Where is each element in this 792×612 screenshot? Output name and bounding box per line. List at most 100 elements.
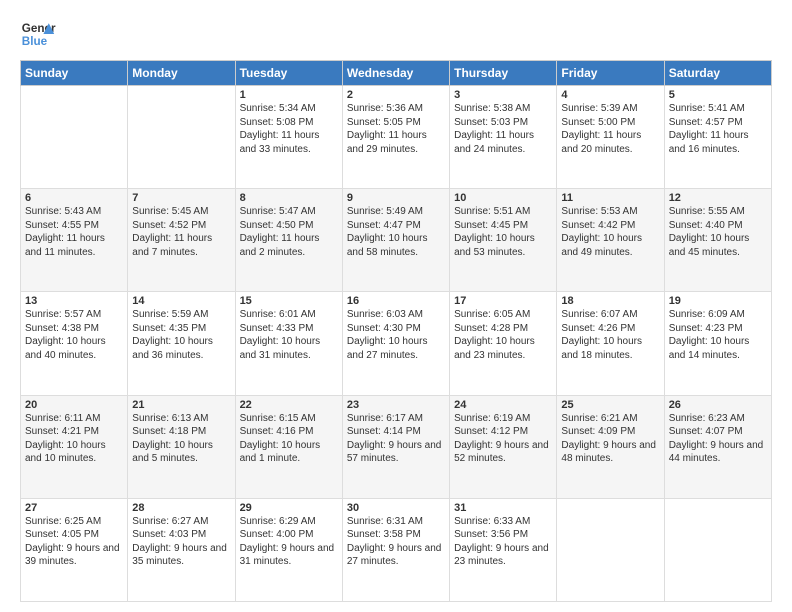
calendar-cell [128,86,235,189]
day-number: 14 [132,295,230,307]
day-number: 10 [454,192,552,204]
calendar-cell: 8Sunrise: 5:47 AM Sunset: 4:50 PM Daylig… [235,189,342,292]
day-info: Sunrise: 5:41 AM Sunset: 4:57 PM Dayligh… [669,102,767,156]
weekday-header-tuesday: Tuesday [235,61,342,86]
day-info: Sunrise: 6:11 AM Sunset: 4:21 PM Dayligh… [25,412,123,466]
calendar-table: SundayMondayTuesdayWednesdayThursdayFrid… [20,60,772,602]
calendar-cell: 24Sunrise: 6:19 AM Sunset: 4:12 PM Dayli… [450,395,557,498]
calendar-cell: 11Sunrise: 5:53 AM Sunset: 4:42 PM Dayli… [557,189,664,292]
calendar-cell: 9Sunrise: 5:49 AM Sunset: 4:47 PM Daylig… [342,189,449,292]
calendar-cell: 27Sunrise: 6:25 AM Sunset: 4:05 PM Dayli… [21,498,128,601]
day-number: 3 [454,89,552,101]
day-info: Sunrise: 6:05 AM Sunset: 4:28 PM Dayligh… [454,308,552,362]
day-info: Sunrise: 6:29 AM Sunset: 4:00 PM Dayligh… [240,515,338,569]
calendar-cell: 28Sunrise: 6:27 AM Sunset: 4:03 PM Dayli… [128,498,235,601]
calendar-cell: 30Sunrise: 6:31 AM Sunset: 3:58 PM Dayli… [342,498,449,601]
day-number: 15 [240,295,338,307]
day-info: Sunrise: 5:45 AM Sunset: 4:52 PM Dayligh… [132,205,230,259]
calendar-cell: 22Sunrise: 6:15 AM Sunset: 4:16 PM Dayli… [235,395,342,498]
calendar-week-2: 6Sunrise: 5:43 AM Sunset: 4:55 PM Daylig… [21,189,772,292]
day-number: 28 [132,502,230,514]
day-info: Sunrise: 6:19 AM Sunset: 4:12 PM Dayligh… [454,412,552,466]
day-info: Sunrise: 5:49 AM Sunset: 4:47 PM Dayligh… [347,205,445,259]
calendar-cell: 17Sunrise: 6:05 AM Sunset: 4:28 PM Dayli… [450,292,557,395]
day-number: 22 [240,399,338,411]
calendar-cell: 13Sunrise: 5:57 AM Sunset: 4:38 PM Dayli… [21,292,128,395]
day-info: Sunrise: 6:27 AM Sunset: 4:03 PM Dayligh… [132,515,230,569]
day-info: Sunrise: 5:43 AM Sunset: 4:55 PM Dayligh… [25,205,123,259]
calendar-cell: 26Sunrise: 6:23 AM Sunset: 4:07 PM Dayli… [664,395,771,498]
day-info: Sunrise: 6:15 AM Sunset: 4:16 PM Dayligh… [240,412,338,466]
calendar-cell: 15Sunrise: 6:01 AM Sunset: 4:33 PM Dayli… [235,292,342,395]
day-number: 30 [347,502,445,514]
day-info: Sunrise: 5:47 AM Sunset: 4:50 PM Dayligh… [240,205,338,259]
calendar-cell: 18Sunrise: 6:07 AM Sunset: 4:26 PM Dayli… [557,292,664,395]
calendar-cell: 20Sunrise: 6:11 AM Sunset: 4:21 PM Dayli… [21,395,128,498]
page-header: General Blue [20,16,772,52]
day-number: 4 [561,89,659,101]
day-info: Sunrise: 6:01 AM Sunset: 4:33 PM Dayligh… [240,308,338,362]
calendar-cell [664,498,771,601]
weekday-header-saturday: Saturday [664,61,771,86]
day-number: 29 [240,502,338,514]
day-number: 27 [25,502,123,514]
day-number: 9 [347,192,445,204]
calendar-cell: 10Sunrise: 5:51 AM Sunset: 4:45 PM Dayli… [450,189,557,292]
day-info: Sunrise: 5:39 AM Sunset: 5:00 PM Dayligh… [561,102,659,156]
calendar-cell: 6Sunrise: 5:43 AM Sunset: 4:55 PM Daylig… [21,189,128,292]
calendar-cell: 23Sunrise: 6:17 AM Sunset: 4:14 PM Dayli… [342,395,449,498]
day-info: Sunrise: 6:21 AM Sunset: 4:09 PM Dayligh… [561,412,659,466]
calendar-cell: 31Sunrise: 6:33 AM Sunset: 3:56 PM Dayli… [450,498,557,601]
day-number: 17 [454,295,552,307]
calendar-cell: 4Sunrise: 5:39 AM Sunset: 5:00 PM Daylig… [557,86,664,189]
day-number: 6 [25,192,123,204]
calendar-week-5: 27Sunrise: 6:25 AM Sunset: 4:05 PM Dayli… [21,498,772,601]
calendar-cell [21,86,128,189]
day-info: Sunrise: 6:03 AM Sunset: 4:30 PM Dayligh… [347,308,445,362]
calendar-cell [557,498,664,601]
weekday-header-sunday: Sunday [21,61,128,86]
logo-icon: General Blue [20,16,56,52]
day-info: Sunrise: 6:13 AM Sunset: 4:18 PM Dayligh… [132,412,230,466]
day-number: 7 [132,192,230,204]
day-info: Sunrise: 5:34 AM Sunset: 5:08 PM Dayligh… [240,102,338,156]
day-number: 26 [669,399,767,411]
day-number: 16 [347,295,445,307]
calendar-cell: 14Sunrise: 5:59 AM Sunset: 4:35 PM Dayli… [128,292,235,395]
calendar-cell: 25Sunrise: 6:21 AM Sunset: 4:09 PM Dayli… [557,395,664,498]
day-info: Sunrise: 5:59 AM Sunset: 4:35 PM Dayligh… [132,308,230,362]
calendar-cell: 1Sunrise: 5:34 AM Sunset: 5:08 PM Daylig… [235,86,342,189]
day-number: 24 [454,399,552,411]
calendar-cell: 19Sunrise: 6:09 AM Sunset: 4:23 PM Dayli… [664,292,771,395]
weekday-header-row: SundayMondayTuesdayWednesdayThursdayFrid… [21,61,772,86]
day-number: 23 [347,399,445,411]
calendar-cell: 7Sunrise: 5:45 AM Sunset: 4:52 PM Daylig… [128,189,235,292]
day-info: Sunrise: 5:51 AM Sunset: 4:45 PM Dayligh… [454,205,552,259]
weekday-header-friday: Friday [557,61,664,86]
day-info: Sunrise: 5:38 AM Sunset: 5:03 PM Dayligh… [454,102,552,156]
day-info: Sunrise: 5:55 AM Sunset: 4:40 PM Dayligh… [669,205,767,259]
calendar-cell: 12Sunrise: 5:55 AM Sunset: 4:40 PM Dayli… [664,189,771,292]
weekday-header-thursday: Thursday [450,61,557,86]
day-number: 12 [669,192,767,204]
calendar-week-4: 20Sunrise: 6:11 AM Sunset: 4:21 PM Dayli… [21,395,772,498]
day-number: 1 [240,89,338,101]
day-info: Sunrise: 6:33 AM Sunset: 3:56 PM Dayligh… [454,515,552,569]
day-number: 20 [25,399,123,411]
day-info: Sunrise: 5:36 AM Sunset: 5:05 PM Dayligh… [347,102,445,156]
day-number: 8 [240,192,338,204]
day-number: 11 [561,192,659,204]
day-info: Sunrise: 6:23 AM Sunset: 4:07 PM Dayligh… [669,412,767,466]
day-info: Sunrise: 6:25 AM Sunset: 4:05 PM Dayligh… [25,515,123,569]
calendar-week-1: 1Sunrise: 5:34 AM Sunset: 5:08 PM Daylig… [21,86,772,189]
day-info: Sunrise: 5:57 AM Sunset: 4:38 PM Dayligh… [25,308,123,362]
calendar-cell: 3Sunrise: 5:38 AM Sunset: 5:03 PM Daylig… [450,86,557,189]
day-number: 25 [561,399,659,411]
day-number: 31 [454,502,552,514]
calendar-cell: 5Sunrise: 5:41 AM Sunset: 4:57 PM Daylig… [664,86,771,189]
day-number: 2 [347,89,445,101]
calendar-week-3: 13Sunrise: 5:57 AM Sunset: 4:38 PM Dayli… [21,292,772,395]
day-number: 19 [669,295,767,307]
day-number: 13 [25,295,123,307]
logo: General Blue [20,16,56,52]
